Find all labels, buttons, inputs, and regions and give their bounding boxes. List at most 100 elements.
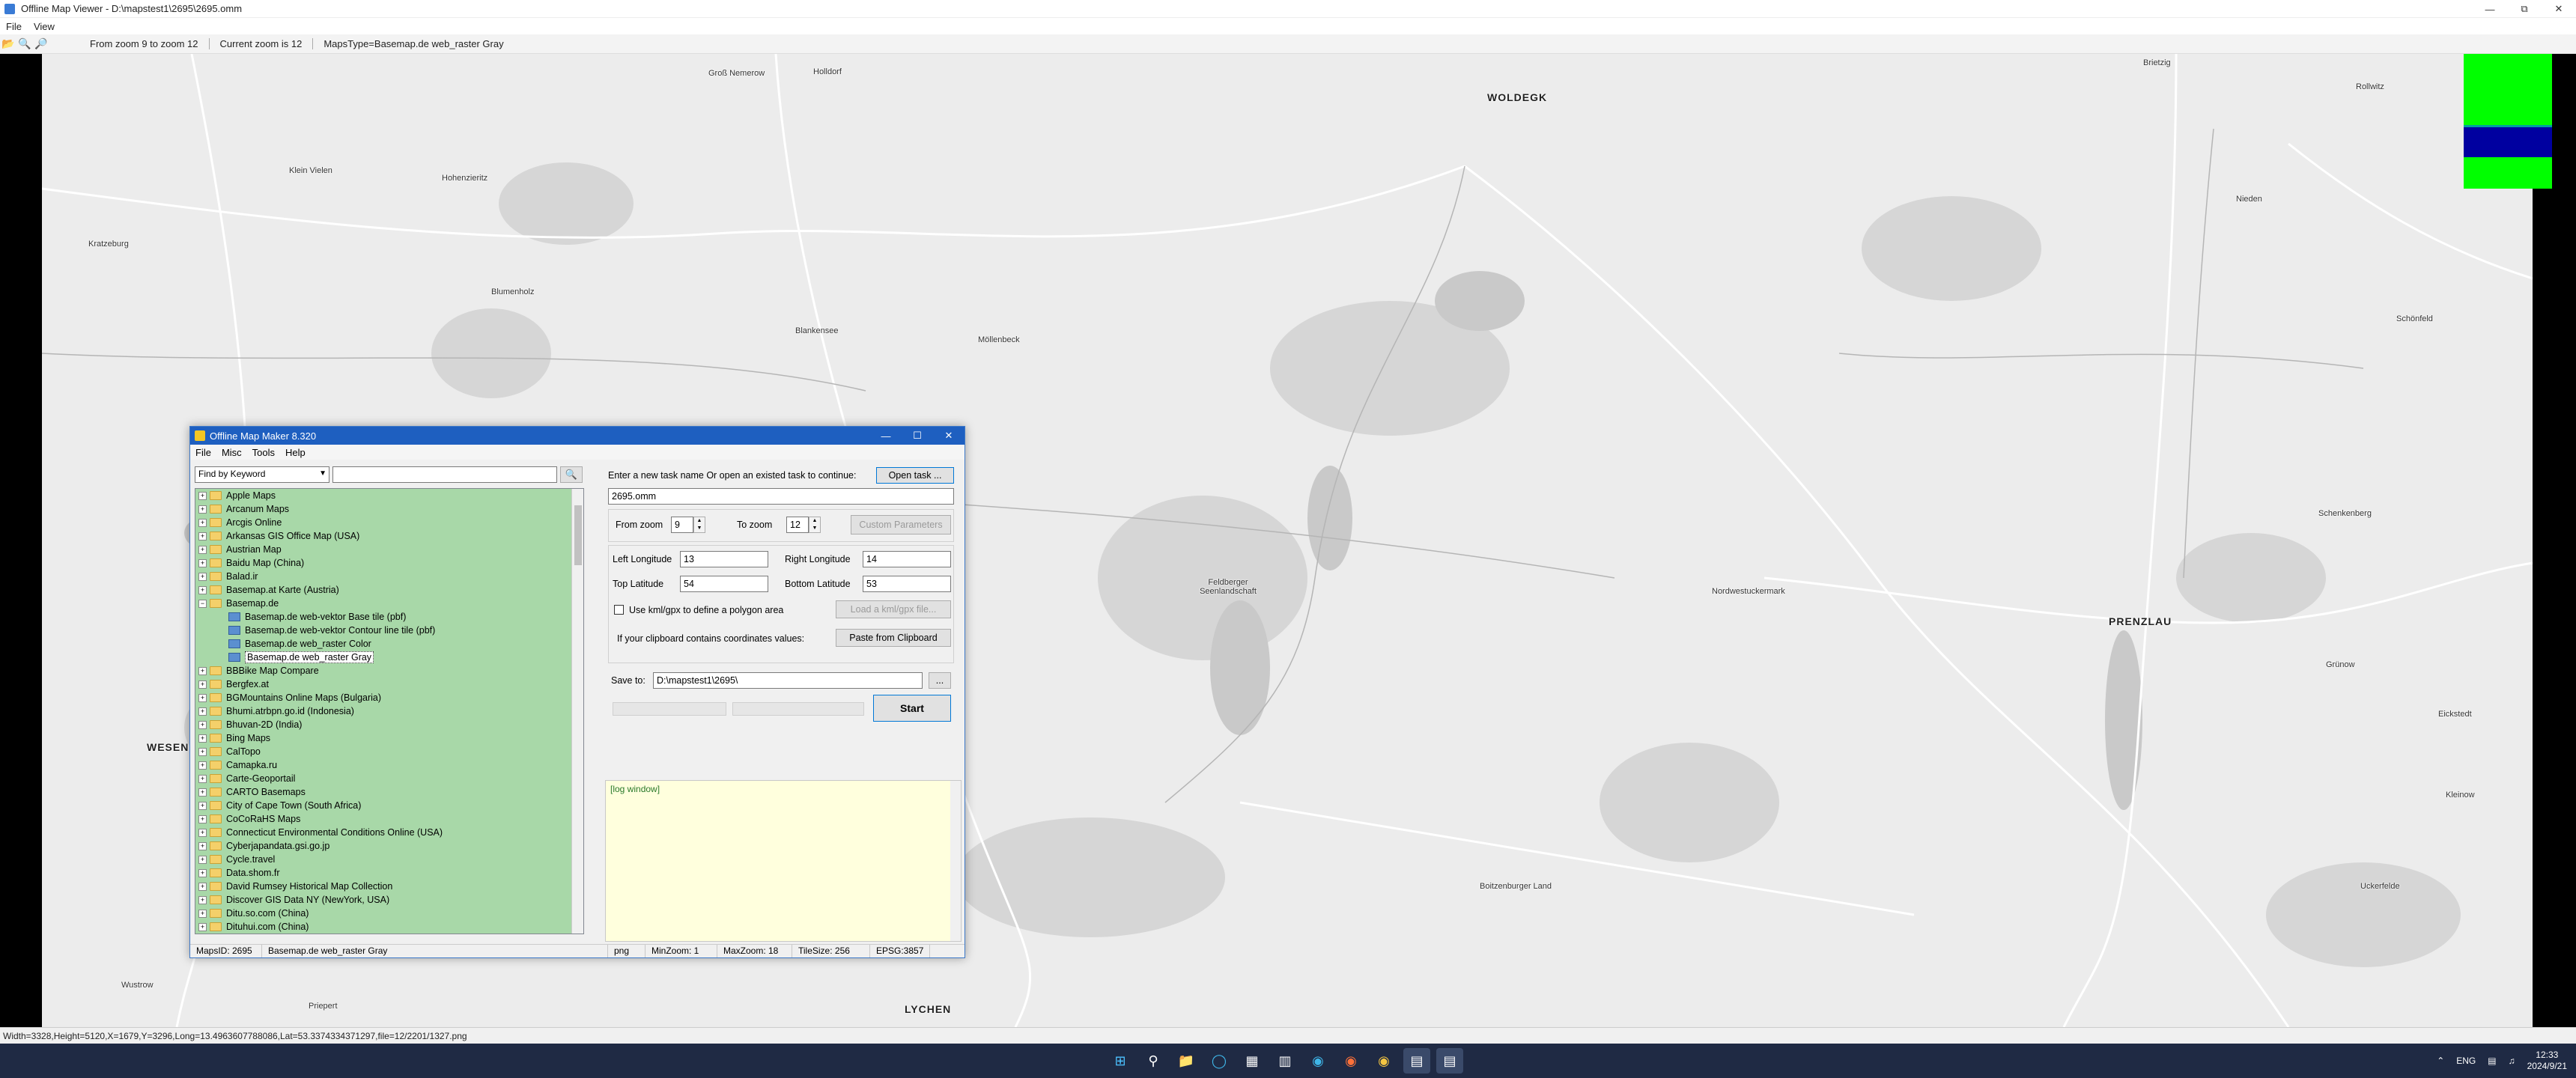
expand-icon[interactable]: + bbox=[198, 788, 207, 797]
dialog-menu-tools[interactable]: Tools bbox=[247, 447, 280, 458]
right-longitude-input[interactable]: 14 bbox=[863, 551, 951, 567]
tree-item[interactable]: + Camapka.ru bbox=[195, 758, 583, 772]
tree-item[interactable]: + Balad.ir bbox=[195, 570, 583, 583]
expand-icon[interactable]: + bbox=[198, 922, 207, 931]
to-zoom-stepper[interactable]: ▲ ▼ bbox=[809, 517, 821, 533]
expand-icon[interactable]: + bbox=[198, 882, 207, 891]
maximize-icon[interactable]: ⧉ bbox=[2507, 0, 2542, 18]
tree-item[interactable]: + Cycle.travel bbox=[195, 853, 583, 866]
tree-item[interactable]: + CalTopo bbox=[195, 745, 583, 758]
tree-item[interactable]: + Basemap.at Karte (Austria) bbox=[195, 583, 583, 597]
open-folder-icon[interactable]: 📂 bbox=[0, 37, 16, 52]
tree-item[interactable]: + Arkansas GIS Office Map (USA) bbox=[195, 529, 583, 543]
expand-icon[interactable]: + bbox=[198, 693, 207, 702]
tree-child-item[interactable]: Basemap.de web-vektor Base tile (pbf) bbox=[195, 610, 583, 624]
expand-icon[interactable]: + bbox=[198, 491, 207, 500]
expand-icon[interactable]: + bbox=[198, 828, 207, 837]
search-icon[interactable]: ⚲ bbox=[1140, 1048, 1167, 1074]
tree-scroll-thumb[interactable] bbox=[574, 505, 582, 565]
expand-icon[interactable]: + bbox=[198, 895, 207, 904]
expand-icon[interactable]: + bbox=[198, 585, 207, 594]
tree-scrollbar[interactable] bbox=[571, 489, 583, 934]
volume-icon[interactable]: ♫ bbox=[2509, 1056, 2515, 1066]
tree-item[interactable]: + Arcanum Maps bbox=[195, 502, 583, 516]
firefox-icon[interactable]: ◉ bbox=[1337, 1048, 1364, 1074]
start-menu-icon[interactable]: ⊞ bbox=[1107, 1048, 1134, 1074]
expand-icon[interactable]: + bbox=[198, 841, 207, 850]
tree-item[interactable]: + CoCoRaHS Maps bbox=[195, 812, 583, 826]
log-window[interactable]: [log window] bbox=[605, 780, 962, 942]
menu-file[interactable]: File bbox=[0, 21, 28, 32]
file-explorer-icon[interactable]: 📁 bbox=[1173, 1048, 1200, 1074]
tree-item[interactable]: + Bing Maps bbox=[195, 731, 583, 745]
expand-icon[interactable]: + bbox=[198, 532, 207, 540]
paste-from-clipboard-button[interactable]: Paste from Clipboard bbox=[836, 629, 951, 647]
tree-child-item[interactable]: Basemap.de web-vektor Contour line tile … bbox=[195, 624, 583, 637]
open-task-button[interactable]: Open task ... bbox=[876, 467, 954, 484]
log-scrollbar[interactable] bbox=[950, 781, 961, 941]
tree-item[interactable]: + Connecticut Environmental Conditions On… bbox=[195, 826, 583, 839]
dialog-titlebar[interactable]: Offline Map Maker 8.320 — ☐ ✕ bbox=[190, 427, 965, 445]
map-source-tree[interactable]: + Apple Maps + Arcanum Maps + Arcgis Online + A… bbox=[195, 488, 584, 934]
to-zoom-input[interactable]: 12 bbox=[786, 517, 809, 533]
store-icon[interactable]: ▦ bbox=[1239, 1048, 1266, 1074]
search-button[interactable]: 🔍 bbox=[560, 466, 583, 483]
find-keyword-input[interactable] bbox=[332, 466, 557, 483]
tree-item[interactable]: + Discover GIS Data NY (NewYork, USA) bbox=[195, 893, 583, 907]
expand-icon[interactable]: + bbox=[198, 720, 207, 729]
close-icon[interactable]: ✕ bbox=[2542, 0, 2576, 18]
expand-icon[interactable]: + bbox=[198, 909, 207, 918]
tree-item[interactable]: − Basemap.de bbox=[195, 597, 583, 610]
zoom-out-icon[interactable]: 🔎 bbox=[33, 37, 49, 52]
expand-icon[interactable]: + bbox=[198, 707, 207, 716]
map-maker-taskbar-icon[interactable]: ▤ bbox=[1436, 1048, 1463, 1074]
zoom-in-icon[interactable]: 🔍 bbox=[16, 37, 33, 52]
dialog-maximize-icon[interactable]: ☐ bbox=[902, 427, 933, 445]
save-path-input[interactable]: D:\mapstest1\2695\ bbox=[653, 672, 923, 689]
expand-icon[interactable]: + bbox=[198, 545, 207, 554]
tree-item[interactable]: + City of Cape Town (South Africa) bbox=[195, 799, 583, 812]
dialog-close-icon[interactable]: ✕ bbox=[933, 427, 965, 445]
top-latitude-input[interactable]: 54 bbox=[680, 576, 768, 592]
from-zoom-input[interactable]: 9 bbox=[671, 517, 693, 533]
use-kml-checkbox[interactable] bbox=[614, 605, 624, 615]
network-icon[interactable]: ▤ bbox=[2488, 1056, 2496, 1066]
expand-icon[interactable]: + bbox=[198, 558, 207, 567]
custom-parameters-button[interactable]: Custom Parameters bbox=[851, 515, 951, 535]
tree-item[interactable]: + Bergfex.at bbox=[195, 677, 583, 691]
tree-child-item[interactable]: Basemap.de web_raster Gray bbox=[195, 651, 583, 664]
task-name-input[interactable]: 2695.omm bbox=[608, 488, 954, 505]
expand-icon[interactable]: + bbox=[198, 734, 207, 743]
tree-item[interactable]: + Cyberjapandata.gsi.go.jp bbox=[195, 839, 583, 853]
dialog-menu-file[interactable]: File bbox=[190, 447, 216, 458]
dialog-menu-misc[interactable]: Misc bbox=[216, 447, 247, 458]
tree-item[interactable]: + Apple Maps bbox=[195, 489, 583, 502]
tree-item[interactable]: + BBBike Map Compare bbox=[195, 664, 583, 677]
tree-item[interactable]: + Austrian Map bbox=[195, 543, 583, 556]
tree-item[interactable]: + BGMountains Online Maps (Bulgaria) bbox=[195, 691, 583, 704]
expand-icon[interactable]: + bbox=[198, 747, 207, 756]
expand-icon[interactable]: + bbox=[198, 774, 207, 783]
globe-icon[interactable]: ◉ bbox=[1304, 1048, 1331, 1074]
expand-icon[interactable]: + bbox=[198, 761, 207, 770]
tree-item[interactable]: + Bhuvan-2D (India) bbox=[195, 718, 583, 731]
expand-icon[interactable]: + bbox=[198, 855, 207, 864]
chevron-up-icon[interactable]: ⌃ bbox=[2437, 1056, 2444, 1066]
edge-browser-icon[interactable]: ◯ bbox=[1206, 1048, 1233, 1074]
from-zoom-stepper[interactable]: ▲ ▼ bbox=[693, 517, 705, 533]
expand-icon[interactable]: + bbox=[198, 505, 207, 514]
browse-button[interactable]: ... bbox=[929, 672, 951, 689]
tree-item[interactable]: + Carte-Geoportail bbox=[195, 772, 583, 785]
expand-icon[interactable]: + bbox=[198, 868, 207, 877]
language-indicator[interactable]: ENG bbox=[2456, 1056, 2476, 1066]
expand-icon[interactable]: + bbox=[198, 814, 207, 823]
map-viewer-taskbar-icon[interactable]: ▤ bbox=[1403, 1048, 1430, 1074]
chrome-icon[interactable]: ◉ bbox=[1370, 1048, 1397, 1074]
expand-icon[interactable]: + bbox=[198, 518, 207, 527]
collapse-icon[interactable]: − bbox=[198, 599, 207, 608]
tree-child-item[interactable]: Basemap.de web_raster Color bbox=[195, 637, 583, 651]
minimize-icon[interactable]: — bbox=[2473, 0, 2507, 18]
left-longitude-input[interactable]: 13 bbox=[680, 551, 768, 567]
tree-item[interactable]: + Bhumi.atrbpn.go.id (Indonesia) bbox=[195, 704, 583, 718]
expand-icon[interactable]: + bbox=[198, 801, 207, 810]
